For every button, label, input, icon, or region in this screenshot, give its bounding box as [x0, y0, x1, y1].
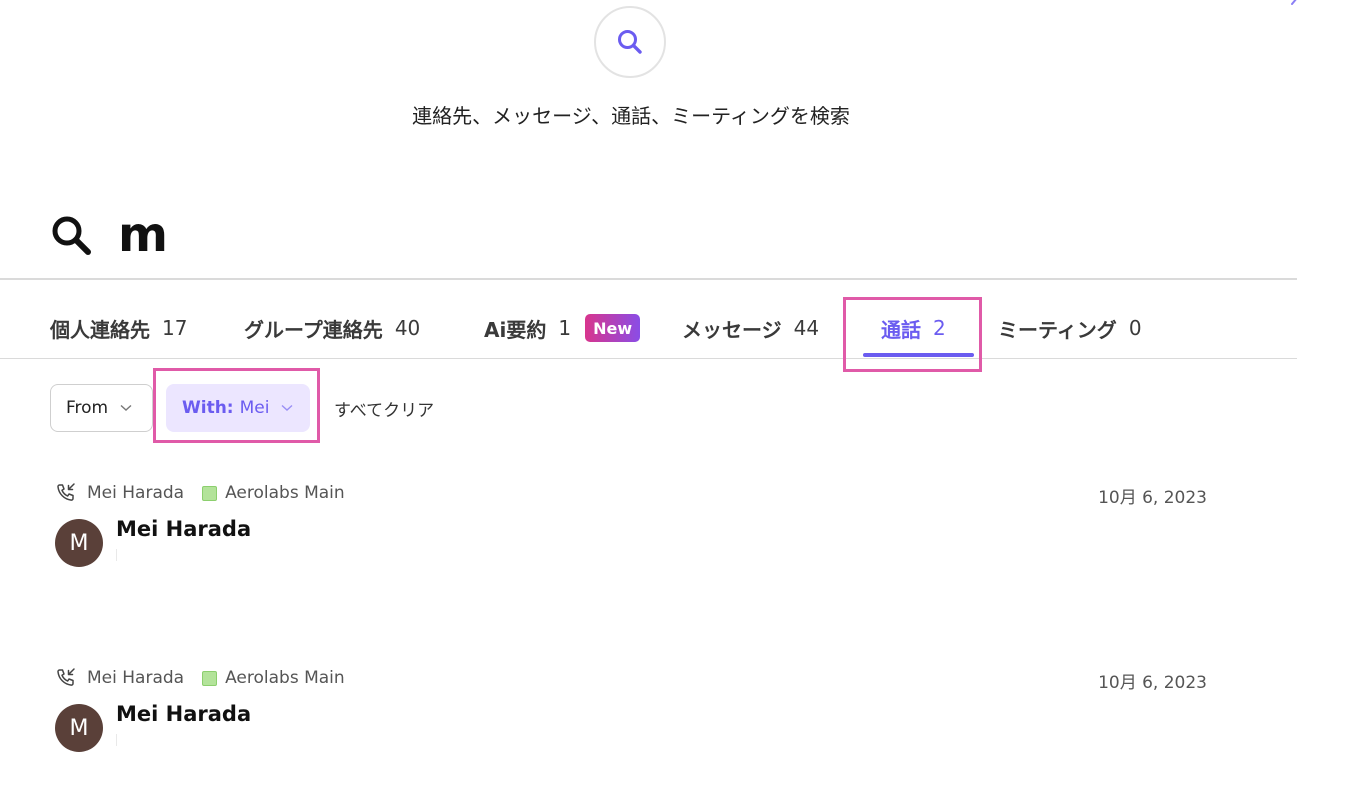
search-bar[interactable]: m — [50, 205, 168, 265]
calls-tab-highlight — [843, 297, 982, 372]
tab-count: 44 — [793, 316, 820, 340]
tab-label: ミーティング — [998, 317, 1117, 342]
tab-messages[interactable]: メッセージ 44 — [682, 298, 819, 358]
new-badge: New — [585, 314, 641, 342]
incoming-call-icon — [57, 483, 75, 501]
call-line-name: Aerolabs Main — [225, 483, 345, 503]
search-icon — [52, 216, 91, 255]
from-filter-label: From — [66, 398, 109, 418]
search-hero-icon-circle — [594, 6, 666, 78]
tab-label: グループ連絡先 — [244, 317, 383, 342]
corner-chevron-icon[interactable] — [1288, 0, 1300, 8]
call-snippet — [116, 734, 117, 746]
incoming-call-icon — [57, 668, 75, 686]
avatar: M — [55, 519, 103, 567]
call-result-item[interactable]: Mei Harada Aerolabs Main 10月 6, 2023 M M… — [50, 481, 1210, 591]
tab-count: 1 — [558, 316, 572, 340]
tab-count: 17 — [162, 316, 188, 340]
tab-ai-summary[interactable]: Ai要約 1 New — [484, 298, 641, 358]
line-color-tag — [202, 485, 218, 501]
tab-label: Ai要約 — [484, 317, 547, 342]
search-description: 連絡先、メッセージ、通話、ミーティングを検索 — [412, 104, 850, 128]
call-result-item[interactable]: Mei Harada Aerolabs Main 10月 6, 2023 M M… — [50, 666, 1210, 776]
call-meta: Mei Harada Aerolabs Main — [55, 666, 345, 690]
call-contact-name: Mei Harada — [87, 668, 185, 688]
avatar: M — [55, 704, 103, 752]
call-date: 10月 6, 2023 — [1098, 488, 1207, 508]
tab-personal-contacts[interactable]: 個人連絡先 17 — [50, 298, 187, 358]
call-title: Mei Harada — [116, 702, 252, 726]
search-divider — [0, 278, 1297, 280]
tab-group-contacts[interactable]: グループ連絡先 40 — [244, 298, 420, 358]
chevron-down-icon — [120, 404, 132, 412]
call-snippet — [116, 549, 117, 561]
tab-meetings[interactable]: ミーティング 0 — [998, 298, 1142, 358]
call-contact-name: Mei Harada — [87, 483, 185, 503]
call-meta: Mei Harada Aerolabs Main — [55, 481, 345, 505]
call-date: 10月 6, 2023 — [1098, 673, 1207, 693]
with-filter-highlight — [153, 368, 320, 443]
tabs-divider — [0, 358, 1297, 359]
tab-count: 40 — [394, 316, 421, 340]
search-query[interactable]: m — [118, 211, 168, 259]
search-icon — [618, 30, 642, 54]
from-filter-button[interactable]: From — [50, 384, 153, 432]
tab-label: メッセージ — [682, 317, 782, 342]
tab-label: 個人連絡先 — [50, 317, 150, 342]
clear-all-button[interactable]: すべてクリア — [334, 396, 434, 421]
tab-count: 0 — [1128, 316, 1142, 340]
line-color-tag — [202, 670, 218, 686]
call-title: Mei Harada — [116, 517, 252, 541]
call-line-name: Aerolabs Main — [225, 668, 345, 688]
